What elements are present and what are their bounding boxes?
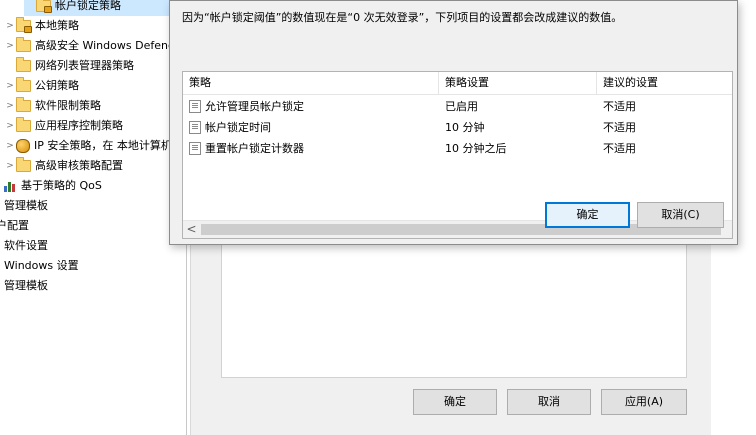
tree-item-label: 软件设置 [4, 239, 48, 252]
column-header-suggested[interactable]: 建议的设置 [597, 72, 732, 94]
tree-item-admin-templates[interactable]: 管理模板 [4, 196, 48, 216]
tree-item-label: 本地策略 [35, 19, 79, 32]
console-tree: > 帐户锁定策略 > 本地策略 > 高级安全 Windows Defender … [0, 0, 186, 435]
folder-icon [16, 117, 31, 132]
tree-item-policy-qos[interactable]: 基于策略的 QoS [4, 176, 102, 196]
table-row[interactable]: 帐户锁定时间 10 分钟 不适用 [183, 117, 732, 138]
chevron-right-icon[interactable]: > [4, 116, 16, 136]
policy-name: 允许管理员帐户锁定 [205, 100, 304, 113]
setting-cell: 10 分钟之后 [445, 142, 507, 155]
policy-cell: 重置帐户锁定计数器 [183, 138, 439, 159]
policy-doc-icon [189, 100, 201, 113]
properties-content-panel [221, 240, 687, 378]
tree-item-label: 帐户锁定策略 [55, 0, 121, 12]
chevron-right-icon[interactable]: > [4, 36, 16, 56]
tree-item-label: 管理模板 [4, 199, 48, 212]
policy-name: 重置帐户锁定计数器 [205, 142, 304, 155]
policy-cell: 允许管理员帐户锁定 [183, 96, 439, 117]
tree-item-application-control[interactable]: > 应用程序控制策略 [4, 116, 123, 136]
tree-chevron: > [24, 0, 36, 16]
table-row[interactable]: 允许管理员帐户锁定 已启用 不适用 [183, 96, 732, 117]
tree-item-label: 高级安全 Windows Defender [35, 39, 186, 52]
tree-item-label: 网络列表管理器策略 [35, 59, 134, 72]
table-row[interactable]: 重置帐户锁定计数器 10 分钟之后 不适用 [183, 138, 732, 159]
tree-item-label: 应用程序控制策略 [35, 119, 123, 132]
folder-icon [16, 77, 31, 92]
dialog-message: 因为“帐户锁定阈值”的数值现在是“0 次无效登录”，下列项目的设置都会改成建议的… [182, 11, 623, 24]
scroll-left-icon[interactable]: < [183, 221, 200, 238]
tree-item-ip-security[interactable]: > IP 安全策略，在 本地计算机 [4, 136, 172, 156]
cancel-button[interactable]: 取消(C) [637, 202, 724, 228]
tree-item-user-configuration[interactable]: 户配置 [0, 216, 29, 236]
properties-cancel-button[interactable]: 取消 [507, 389, 591, 415]
suggested-cell: 不适用 [603, 142, 636, 155]
folder-icon [16, 37, 31, 52]
folder-icon [16, 17, 32, 33]
suggested-cell: 不适用 [603, 121, 636, 134]
tree-item-software-settings[interactable]: 软件设置 [4, 236, 48, 256]
chevron-right-icon[interactable]: > [4, 136, 16, 156]
folder-icon [16, 97, 31, 112]
tree-item-public-key-policies[interactable]: > 公钥策略 [4, 76, 79, 96]
folder-icon [16, 57, 31, 72]
tree-item-advanced-audit[interactable]: > 高级审核策略配置 [4, 156, 123, 176]
policy-cell: 帐户锁定时间 [183, 117, 439, 138]
tree-item-admin-templates-user[interactable]: 管理模板 [4, 276, 48, 296]
tree-item-windows-defender-firewall[interactable]: > 高级安全 Windows Defender [4, 36, 186, 56]
policy-doc-icon [189, 142, 201, 155]
tree-item-label: IP 安全策略，在 本地计算机 [34, 139, 172, 152]
tree-item-windows-settings[interactable]: Windows 设置 [4, 256, 79, 276]
lock-folder-icon [36, 0, 52, 13]
suggested-changes-dialog: 因为“帐户锁定阈值”的数值现在是“0 次无效登录”，下列项目的设置都会改成建议的… [169, 0, 738, 245]
chevron-right-icon[interactable]: > [4, 96, 16, 116]
tree-item-label: 高级审核策略配置 [35, 159, 123, 172]
chevron-right-icon[interactable]: > [4, 76, 16, 96]
tree-item-local-policies[interactable]: > 本地策略 [4, 16, 79, 36]
tree-item-label: 基于策略的 QoS [21, 179, 102, 192]
suggested-cell: 不适用 [603, 100, 636, 113]
tree-item-label: 管理模板 [4, 279, 48, 292]
column-header-setting[interactable]: 策略设置 [439, 72, 597, 94]
chevron-right-icon[interactable]: > [4, 16, 16, 36]
tree-item-label: 户配置 [0, 219, 29, 232]
tree-item-network-list-manager[interactable]: 网络列表管理器策略 [4, 56, 134, 76]
properties-apply-button[interactable]: 应用(A) [601, 389, 687, 415]
folder-icon [16, 157, 31, 172]
column-header-policy[interactable]: 策略 [183, 72, 439, 94]
policy-doc-icon [189, 121, 201, 134]
tree-item-label: 软件限制策略 [35, 99, 101, 112]
setting-cell: 10 分钟 [445, 121, 485, 134]
policy-name: 帐户锁定时间 [205, 121, 271, 134]
ip-security-icon [16, 139, 30, 153]
qos-chart-icon [4, 180, 17, 192]
list-header: 策略 策略设置 建议的设置 [183, 72, 732, 95]
setting-cell: 已启用 [445, 100, 478, 113]
chevron-right-icon[interactable]: > [4, 156, 16, 176]
tree-item-label: 公钥策略 [35, 79, 79, 92]
tree-item-account-lockout-policy[interactable]: > 帐户锁定策略 [24, 0, 186, 16]
properties-ok-button[interactable]: 确定 [413, 389, 497, 415]
ok-button[interactable]: 确定 [545, 202, 630, 228]
tree-item-software-restriction[interactable]: > 软件限制策略 [4, 96, 101, 116]
tree-item-label: Windows 设置 [4, 259, 79, 272]
